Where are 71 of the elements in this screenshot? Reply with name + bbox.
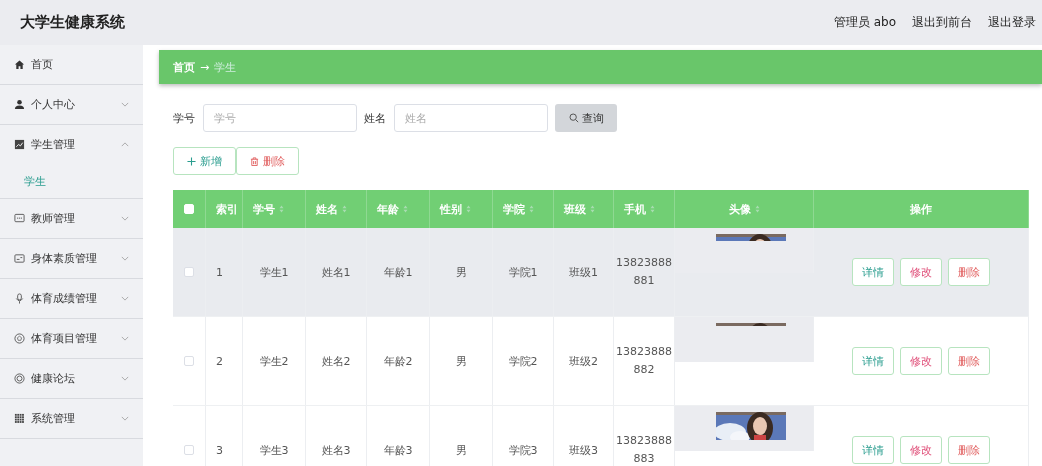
table-cell: 学院1 [508, 264, 538, 280]
sort-icon[interactable] [650, 205, 655, 213]
house-icon [14, 59, 25, 70]
breadcrumb-current: 学生 [214, 59, 237, 75]
search-button[interactable]: 查询 [555, 104, 617, 132]
details-button[interactable]: 详情 [852, 258, 894, 286]
checkbox[interactable] [184, 267, 194, 277]
edit-button[interactable]: 修改 [900, 436, 942, 464]
input-field[interactable]: 姓名 [394, 104, 548, 132]
field-label: 姓名 [364, 110, 386, 126]
table-cell: 1 [216, 265, 223, 279]
delete-button[interactable]: 删除 [948, 436, 990, 464]
table-cell: 2 [216, 354, 223, 368]
header-link[interactable]: 退出到前台 [912, 14, 972, 31]
table-cell: 男 [455, 353, 467, 369]
delete-button[interactable]: 删除 [948, 258, 990, 286]
ring-icon [14, 373, 25, 384]
sort-icon[interactable] [403, 205, 408, 213]
table-cell: 学院2 [508, 353, 538, 369]
header-link[interactable]: 退出登录 [988, 14, 1036, 31]
search-icon [568, 113, 579, 123]
details-button[interactable]: 详情 [852, 347, 894, 375]
field-label: 学号 [173, 110, 195, 126]
sort-icon[interactable] [342, 205, 347, 213]
grid-icon [14, 413, 25, 424]
person-icon [14, 99, 25, 110]
breadcrumb-link[interactable]: 首页 [173, 59, 195, 75]
table-cell: 姓名1 [321, 264, 351, 280]
chart-icon [14, 139, 25, 150]
app-title: 大学生健康系统 [20, 13, 125, 32]
table-cell: 学生2 [259, 353, 289, 369]
add-button[interactable]: 新增 [173, 147, 236, 175]
sort-icon[interactable] [466, 205, 471, 213]
delete-button[interactable]: 删除 [948, 347, 990, 375]
card-icon [14, 253, 25, 264]
checkbox[interactable] [184, 445, 194, 455]
sort-icon[interactable] [279, 205, 284, 213]
user-label: 管理员 abo [833, 14, 896, 31]
sort-icon[interactable] [529, 205, 534, 213]
breadcrumb-separator: → [200, 60, 210, 74]
plus-icon [187, 156, 196, 166]
sort-icon[interactable] [590, 205, 595, 213]
sidebar-item[interactable]: 学生管理 [0, 125, 143, 165]
table-cell: 学生1 [259, 264, 289, 280]
edit-button[interactable]: 修改 [900, 258, 942, 286]
table-cell-text: 13823888 883 [616, 433, 672, 466]
table-cell: 男 [455, 264, 467, 280]
table-cell: 班级1 [569, 264, 598, 280]
table-cell-text: 13823888 881 [616, 255, 672, 289]
chat-icon [14, 213, 25, 224]
table-cell-text: 13823888 882 [616, 344, 672, 378]
microphone-icon [14, 293, 25, 304]
table-cell: 姓名3 [321, 442, 351, 458]
sort-icon[interactable] [754, 205, 760, 213]
input-field[interactable]: 学号 [203, 104, 357, 132]
table-cell: 学院3 [508, 442, 538, 458]
trash-icon [250, 156, 259, 166]
edit-button[interactable]: 修改 [900, 347, 942, 375]
table-cell: 3 [216, 443, 223, 457]
table-cell: 年龄3 [383, 442, 413, 458]
table-cell: 姓名2 [321, 353, 351, 369]
table-cell: 年龄2 [383, 353, 413, 369]
table-cell: 年龄1 [383, 264, 413, 280]
table-cell: 班级3 [569, 442, 598, 458]
table-cell: 学生3 [259, 442, 289, 458]
table-cell: 班级2 [569, 353, 598, 369]
delete-button[interactable]: 删除 [236, 147, 299, 175]
ball-icon [14, 333, 25, 344]
details-button[interactable]: 详情 [852, 436, 894, 464]
checkbox[interactable] [184, 356, 194, 366]
table-cell: 男 [455, 442, 467, 458]
